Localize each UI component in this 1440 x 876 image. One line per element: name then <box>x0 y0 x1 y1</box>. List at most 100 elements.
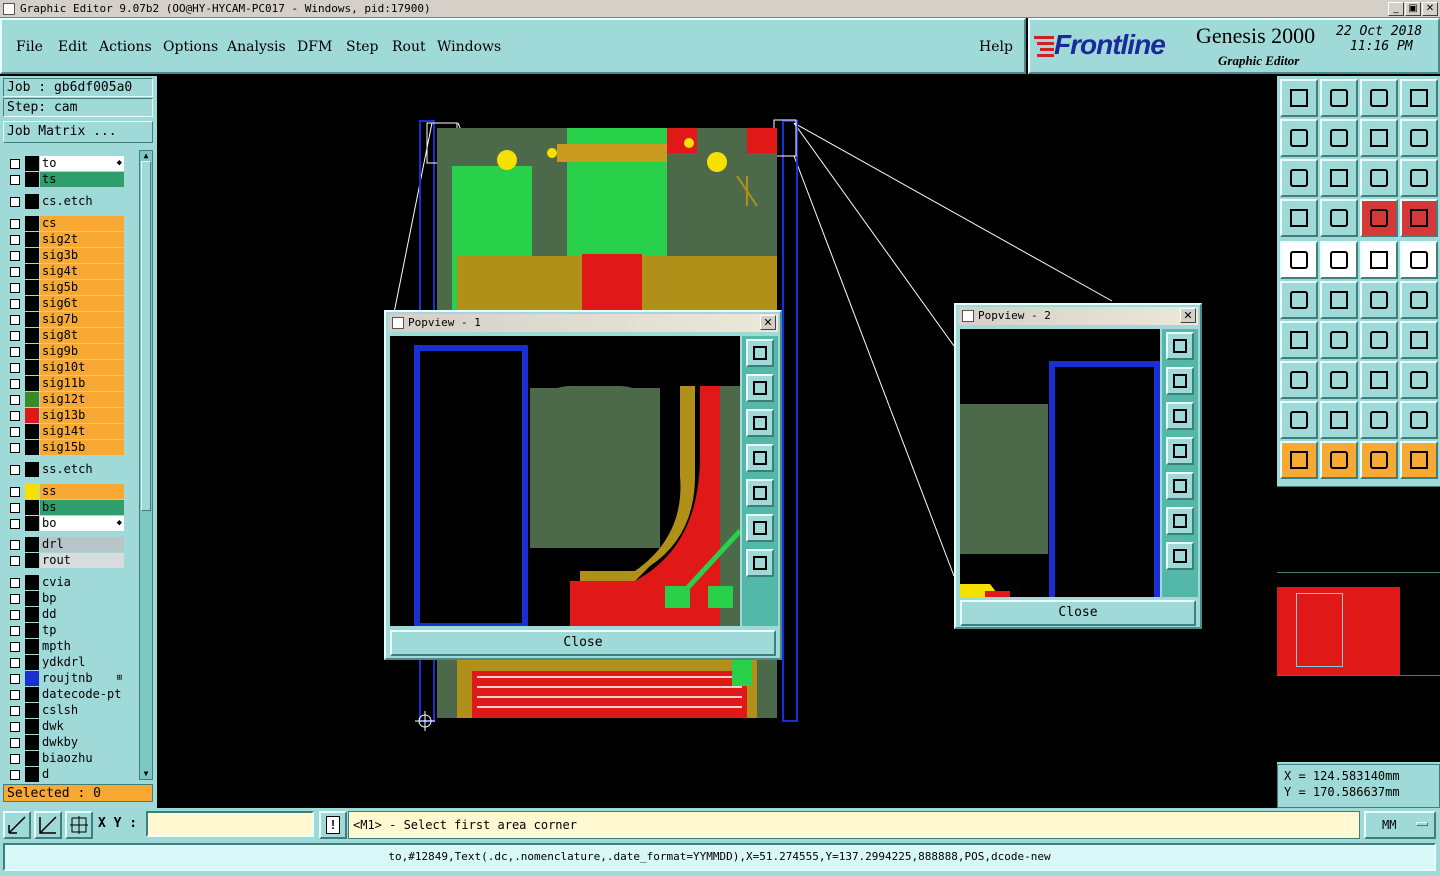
layer-row-ydkdrl[interactable]: ydkdrl <box>5 655 124 670</box>
layer-checkbox[interactable] <box>10 395 20 405</box>
layer-name[interactable]: sig5b <box>40 280 124 295</box>
popview-1-canvas[interactable] <box>390 336 740 626</box>
layer-name[interactable]: ts <box>40 172 124 187</box>
layer-row-sig8t[interactable]: sig8t <box>5 328 124 343</box>
home-icon[interactable] <box>1360 79 1398 117</box>
layer-row-bs[interactable]: bs <box>5 500 124 515</box>
menu-rout[interactable]: Rout <box>392 39 426 55</box>
popview-2-canvas[interactable] <box>960 329 1160 597</box>
netlist-icon[interactable] <box>1360 199 1398 237</box>
layer-checkbox[interactable] <box>10 658 20 668</box>
layer-color-swatch[interactable] <box>25 296 39 311</box>
layer-name[interactable]: ss.etch <box>40 462 124 477</box>
layer-name[interactable]: sig11b <box>40 376 124 391</box>
route-icon[interactable] <box>1400 441 1438 479</box>
layer-checkbox[interactable] <box>10 347 20 357</box>
layer-checkbox[interactable] <box>10 379 20 389</box>
layer-row-cs[interactable]: cs <box>5 216 124 231</box>
layer-name[interactable]: sig9b <box>40 344 124 359</box>
popview-1-close-button[interactable]: Close <box>390 630 776 656</box>
layer-row-dwk[interactable]: dwk <box>5 719 124 734</box>
popview-2-close-button[interactable]: Close <box>960 600 1196 626</box>
layer-name[interactable]: rout <box>40 553 124 568</box>
netlist-red-icon[interactable] <box>1400 199 1438 237</box>
popview-zoom-in-icon[interactable] <box>1166 332 1194 360</box>
layer-row-sig10t[interactable]: sig10t <box>5 360 124 375</box>
add-line-icon[interactable] <box>1360 281 1398 319</box>
layer-row-drl[interactable]: drl <box>5 537 124 552</box>
layer-checkbox[interactable] <box>10 299 20 309</box>
layer-color-swatch[interactable] <box>25 671 39 686</box>
break-icon[interactable] <box>1320 361 1358 399</box>
layer-name[interactable]: drl <box>40 537 124 552</box>
layer-color-swatch[interactable] <box>25 248 39 263</box>
layer-checkbox[interactable] <box>10 363 20 373</box>
layer-color-swatch[interactable] <box>25 194 39 209</box>
pointer-arrow-icon[interactable] <box>1360 441 1398 479</box>
layer-name[interactable]: roujtnb <box>40 671 124 686</box>
zoom-center-icon[interactable] <box>1320 159 1358 197</box>
layer-row-rout[interactable]: rout <box>5 553 124 568</box>
layer-checkbox[interactable] <box>10 315 20 325</box>
layer-color-swatch[interactable] <box>25 655 39 670</box>
layer-color-swatch[interactable] <box>25 591 39 606</box>
layer-checkbox[interactable] <box>10 219 20 229</box>
overview-viewport-frame[interactable] <box>1296 593 1343 667</box>
fillet-icon[interactable] <box>1280 401 1318 439</box>
layer-name[interactable]: cslsh <box>40 703 124 718</box>
layer-name[interactable]: ss <box>40 484 124 499</box>
layer-checkbox[interactable] <box>10 754 20 764</box>
layer-checkbox[interactable] <box>10 674 20 684</box>
zoom-home-icon[interactable] <box>1280 79 1318 117</box>
layer-row-sig14t[interactable]: sig14t <box>5 424 124 439</box>
layer-row-mpth[interactable]: mpth <box>5 639 124 654</box>
layer-checkbox[interactable] <box>10 519 20 529</box>
layer-color-swatch[interactable] <box>25 751 39 766</box>
menu-options[interactable]: Options <box>163 39 218 55</box>
menu-actions[interactable]: Actions <box>99 39 152 55</box>
layer-name[interactable]: cvia <box>40 575 124 590</box>
pan-right-icon[interactable] <box>1320 119 1358 157</box>
layer-checkbox[interactable] <box>10 251 20 261</box>
menu-step[interactable]: Step <box>346 39 378 55</box>
layer-row-dd[interactable]: dd <box>5 607 124 622</box>
layer-name[interactable]: sig6t <box>40 296 124 311</box>
layer-name[interactable]: mpth <box>40 639 124 654</box>
layer-color-swatch[interactable] <box>25 639 39 654</box>
layer-color-swatch[interactable] <box>25 500 39 515</box>
measure-mode-icon[interactable] <box>34 811 62 839</box>
arc-tri-icon[interactable] <box>1360 401 1398 439</box>
layer-checkbox[interactable] <box>10 626 20 636</box>
layer-checkbox[interactable] <box>10 706 20 716</box>
layer-row-sig12t[interactable]: sig12t <box>5 392 124 407</box>
pointer-icon[interactable] <box>1280 441 1318 479</box>
layer-checkbox[interactable] <box>10 235 20 245</box>
mirror-icon[interactable] <box>1400 321 1438 359</box>
layer-checkbox[interactable] <box>10 427 20 437</box>
layer-name[interactable]: to <box>40 156 124 171</box>
layer-row-sig9b[interactable]: sig9b <box>5 344 124 359</box>
layer-name[interactable]: tp <box>40 623 124 638</box>
menu-dfm[interactable]: DFM <box>297 39 332 55</box>
layer-row-tp[interactable]: tp <box>5 623 124 638</box>
popview-pan-up-icon[interactable] <box>1166 367 1194 395</box>
layer-color-swatch[interactable] <box>25 156 39 171</box>
layer-checkbox[interactable] <box>10 411 20 421</box>
menu-edit[interactable]: Edit <box>58 39 87 55</box>
redraw-icon[interactable] <box>1400 119 1438 157</box>
tri-edit-icon[interactable] <box>1320 401 1358 439</box>
layer-checkbox[interactable] <box>10 283 20 293</box>
layer-name[interactable]: biaozhu <box>40 751 124 766</box>
layer-name[interactable]: sig7b <box>40 312 124 327</box>
add-arc-icon[interactable] <box>1400 281 1438 319</box>
layer-name[interactable]: dwk <box>40 719 124 734</box>
layer-color-swatch[interactable] <box>25 392 39 407</box>
popview-zoom-in-icon[interactable] <box>746 339 774 367</box>
layer-color-swatch[interactable] <box>25 440 39 455</box>
move-icon[interactable] <box>1280 281 1318 319</box>
polygon-icon[interactable] <box>1400 361 1438 399</box>
scroll-thumb[interactable] <box>141 161 151 511</box>
menu-file[interactable]: File <box>16 39 43 55</box>
layer-color-swatch[interactable] <box>25 462 39 477</box>
popview-pan-left-icon[interactable] <box>746 444 774 472</box>
